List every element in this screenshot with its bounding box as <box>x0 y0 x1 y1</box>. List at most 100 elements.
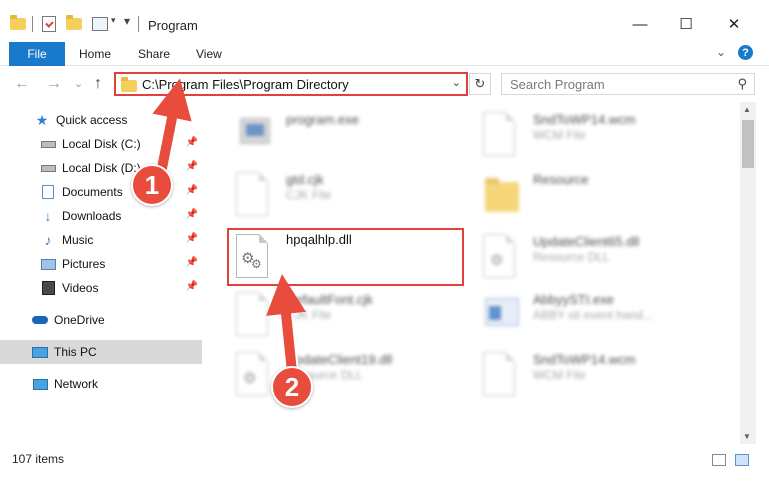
drive-icon <box>40 137 56 151</box>
file-name: UpdateClient65.dll <box>533 234 640 249</box>
file-type: WCM File <box>533 128 586 142</box>
scroll-thumb[interactable] <box>742 120 754 168</box>
maximize-button[interactable]: ☐ <box>663 10 709 38</box>
sidebar-item-local-disk-d[interactable]: Local Disk (D:) 📌 <box>0 156 202 180</box>
step-2-badge: 2 <box>271 366 313 408</box>
close-button[interactable]: ✕ <box>711 10 757 38</box>
target-file-highlight <box>227 228 464 286</box>
file-type: ABBY sti event hand... <box>533 308 653 322</box>
file-type: WCM File <box>533 368 586 382</box>
large-icons-view-icon[interactable] <box>735 454 749 466</box>
tab-view[interactable]: View <box>196 47 222 61</box>
window-title: Program <box>148 18 198 33</box>
forward-button[interactable]: → <box>46 75 62 93</box>
refresh-button[interactable]: ↻ <box>469 73 491 95</box>
file-type: CJK File <box>286 308 332 322</box>
ribbon-tabs: File Home Share View ⌄ ? <box>0 40 769 66</box>
pin-icon[interactable]: 📌 <box>186 209 198 220</box>
file-name: program.exe <box>286 112 359 127</box>
file-item-updateclient65-dll[interactable]: ⚙ UpdateClient65.dll Resource DLL <box>461 230 701 288</box>
drive-icon <box>40 161 56 175</box>
file-item-gtd-cjk[interactable]: gtd.cjk CJK File <box>214 168 454 226</box>
status-bar: 107 items <box>0 448 769 470</box>
address-dropdown-icon[interactable]: ⌄ <box>452 76 461 89</box>
file-item-sndtowp14-wcm-2[interactable]: SndToWP14.wcm WCM File <box>461 348 701 406</box>
download-icon: ↓ <box>44 208 52 224</box>
music-icon: ♪ <box>44 232 52 248</box>
address-bar[interactable]: C:\Program Files\Program Directory ⌄ <box>114 72 468 96</box>
sidebar-item-videos[interactable]: Videos 📌 <box>0 276 202 300</box>
pin-icon[interactable]: 📌 <box>186 185 198 196</box>
exe-file-icon <box>483 292 519 338</box>
folder-icon <box>10 15 26 30</box>
sidebar-item-quick-access[interactable]: ★ Quick access <box>0 108 202 132</box>
tab-file[interactable]: File <box>9 42 65 66</box>
exe-file-icon <box>236 112 270 158</box>
quick-access-dropdown-icon[interactable]: ▾ <box>124 14 130 28</box>
file-name: SndToWP14.wcm <box>533 112 636 127</box>
pin-icon[interactable]: 📌 <box>186 257 198 268</box>
search-box[interactable]: ⚲ <box>501 73 755 95</box>
properties-icon[interactable] <box>42 16 56 32</box>
folder-icon <box>121 77 137 92</box>
sidebar-item-onedrive[interactable]: OneDrive <box>0 308 202 332</box>
sidebar-item-local-disk-c[interactable]: Local Disk (C:) 📌 <box>0 132 202 156</box>
file-name: SndToWP14.wcm <box>533 352 636 367</box>
divider <box>138 16 139 32</box>
sidebar-item-pictures[interactable]: Pictures 📌 <box>0 252 202 276</box>
document-file-icon <box>236 172 270 218</box>
pin-icon[interactable]: 📌 <box>186 281 198 292</box>
folder-icon <box>483 172 519 218</box>
new-folder-icon[interactable] <box>66 15 82 30</box>
details-view-icon[interactable] <box>712 454 726 466</box>
file-type: Resource DLL <box>533 250 610 264</box>
recent-locations-dropdown[interactable]: ⌄ <box>74 77 83 90</box>
divider <box>32 16 33 32</box>
scroll-down-icon[interactable]: ▼ <box>743 432 751 441</box>
dll-file-icon: ⚙ <box>236 352 270 398</box>
file-name: Resource <box>533 172 589 187</box>
file-item-updateclient19-dll[interactable]: ⚙ UpdateClient19.dll Resource DLL <box>214 348 454 406</box>
pin-icon[interactable]: 📌 <box>186 161 198 172</box>
file-item-abbyysti-exe[interactable]: AbbyySTI.exe ABBY sti event hand... <box>461 288 701 346</box>
search-input[interactable] <box>502 74 722 94</box>
video-icon <box>40 281 56 295</box>
documents-icon <box>40 185 56 199</box>
vertical-scrollbar[interactable]: ▲ ▼ <box>740 102 756 444</box>
cloud-icon <box>32 313 48 327</box>
network-icon <box>32 377 48 391</box>
document-file-icon <box>236 292 270 338</box>
tab-share[interactable]: Share <box>138 47 170 61</box>
back-button[interactable]: ← <box>14 75 30 93</box>
file-type: CJK File <box>286 188 332 202</box>
up-button[interactable]: ↑ <box>94 75 102 93</box>
dll-file-icon: ⚙ <box>483 234 517 280</box>
file-name: UpdateClient19.dll <box>286 352 393 367</box>
computer-icon <box>32 345 48 359</box>
file-name: gtd.cjk <box>286 172 324 187</box>
pictures-icon <box>40 257 56 271</box>
pin-icon[interactable]: 📌 <box>186 137 198 148</box>
sidebar-item-network[interactable]: Network <box>0 372 202 396</box>
sidebar-item-music[interactable]: ♪ Music 📌 <box>0 228 202 252</box>
help-icon[interactable]: ? <box>738 45 753 60</box>
minimize-button[interactable]: — <box>617 10 663 38</box>
item-count: 107 items <box>12 452 65 466</box>
pin-icon[interactable]: 📌 <box>186 233 198 244</box>
tab-home[interactable]: Home <box>79 47 111 61</box>
customize-toolbar-icon[interactable] <box>92 17 108 31</box>
file-item-sndtowp14-wcm[interactable]: SndToWP14.wcm WCM File <box>461 108 701 166</box>
scroll-up-icon[interactable]: ▲ <box>743 105 751 114</box>
navigation-pane: ★ Quick access Local Disk (C:) 📌 Local D… <box>0 102 206 444</box>
file-item-program-exe[interactable]: program.exe <box>214 108 454 166</box>
sidebar-item-this-pc[interactable]: This PC <box>0 340 202 364</box>
expand-ribbon-icon[interactable]: ⌄ <box>716 45 726 59</box>
sidebar-item-downloads[interactable]: ↓ Downloads 📌 <box>0 204 202 228</box>
title-bar: ▾ ▾ Program — ☐ ✕ <box>0 0 769 38</box>
file-item-defaultfont-cjk[interactable]: DefaultFont.cjk CJK File <box>214 288 454 346</box>
navigation-bar: ← → ⌄ ↑ C:\Program Files\Program Directo… <box>0 66 769 102</box>
folder-item-resource[interactable]: Resource <box>461 168 701 226</box>
chevron-down-icon[interactable]: ▾ <box>111 15 116 26</box>
search-icon[interactable]: ⚲ <box>737 76 747 92</box>
address-path[interactable]: C:\Program Files\Program Directory <box>142 77 349 92</box>
